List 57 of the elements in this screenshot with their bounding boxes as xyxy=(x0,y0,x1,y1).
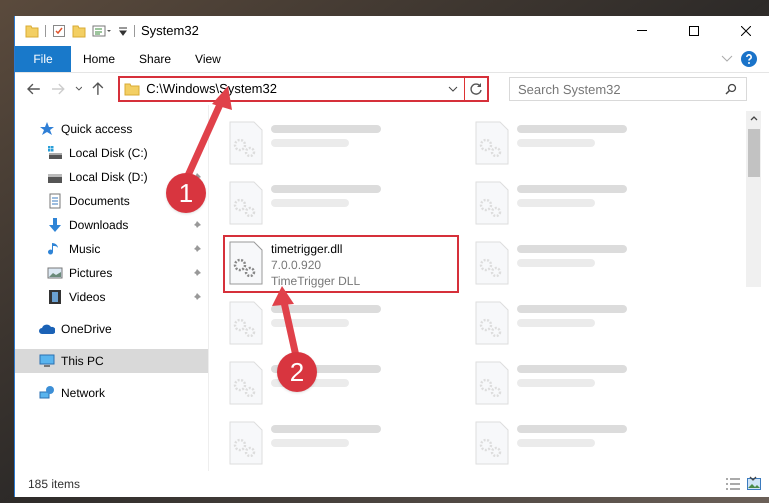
nav-item[interactable]: Network xyxy=(39,384,106,402)
window-title: System32 xyxy=(141,22,199,40)
properties-icon[interactable] xyxy=(52,24,66,38)
picture-icon xyxy=(47,265,63,281)
folder-icon xyxy=(124,82,140,96)
folder-icon[interactable] xyxy=(25,24,39,38)
ribbon-tab[interactable]: File xyxy=(15,46,71,72)
nav-item[interactable]: Local Disk (C:) xyxy=(47,144,148,162)
close-icon xyxy=(741,26,751,36)
nav-item[interactable]: Music xyxy=(47,240,100,258)
back-arrow-icon[interactable] xyxy=(27,83,41,95)
nav-item[interactable]: OneDrive xyxy=(39,320,112,338)
gears-file-icon[interactable] xyxy=(229,241,263,285)
view-options-icon[interactable] xyxy=(92,24,112,38)
item-count: 185 items xyxy=(28,476,80,493)
monitor-icon xyxy=(39,353,55,369)
ribbon-tab[interactable]: Home xyxy=(71,46,128,72)
pin-icon[interactable] xyxy=(192,268,202,278)
document-icon xyxy=(47,193,63,209)
expand-ribbon-icon[interactable] xyxy=(721,55,733,63)
scroll-up-icon[interactable] xyxy=(750,115,758,121)
ribbon-tab[interactable]: View xyxy=(183,46,233,72)
refresh-icon[interactable] xyxy=(469,82,484,96)
file-detail: 7.0.0.920 xyxy=(271,257,322,273)
scrollbar-thumb[interactable] xyxy=(748,129,760,177)
dropdown-caret-icon[interactable] xyxy=(448,86,458,92)
nav-item[interactable]: Quick access xyxy=(39,120,132,138)
pin-icon[interactable] xyxy=(192,220,202,230)
search-field[interactable]: Search System32 xyxy=(509,77,747,101)
pin-icon[interactable] xyxy=(192,292,202,302)
network-icon xyxy=(39,385,55,401)
nav-item[interactable]: This PC xyxy=(15,349,208,373)
forward-arrow-icon[interactable] xyxy=(50,83,65,95)
vertical-scrollbar[interactable] xyxy=(746,111,761,287)
nav-item[interactable]: Videos xyxy=(47,288,106,306)
film-icon xyxy=(47,289,63,305)
help-icon[interactable] xyxy=(741,51,757,67)
nav-item[interactable]: Pictures xyxy=(47,264,112,282)
star-icon xyxy=(39,121,55,137)
maximize-icon xyxy=(689,26,699,36)
large-icons-view-icon[interactable] xyxy=(747,478,761,490)
minimize-icon xyxy=(637,30,647,32)
file-name: timetrigger.dll xyxy=(271,241,344,257)
file-detail: TimeTrigger DLL xyxy=(271,273,360,289)
customize-toolbar-icon[interactable] xyxy=(118,25,128,37)
nav-item[interactable]: Downloads xyxy=(47,216,128,234)
recent-locations-caret-icon[interactable] xyxy=(74,86,82,92)
pin-icon[interactable] xyxy=(192,244,202,254)
drive-icon xyxy=(47,145,63,161)
download-arrow-icon xyxy=(47,217,63,233)
details-view-icon[interactable] xyxy=(725,477,741,491)
search-icon xyxy=(725,83,737,95)
new-folder-icon[interactable] xyxy=(72,24,86,38)
ribbon-tab[interactable]: Share xyxy=(127,46,184,72)
nav-item[interactable]: Documents xyxy=(47,192,130,210)
nav-item[interactable]: Local Disk (D:) xyxy=(47,168,148,186)
up-arrow-icon[interactable] xyxy=(92,82,104,96)
